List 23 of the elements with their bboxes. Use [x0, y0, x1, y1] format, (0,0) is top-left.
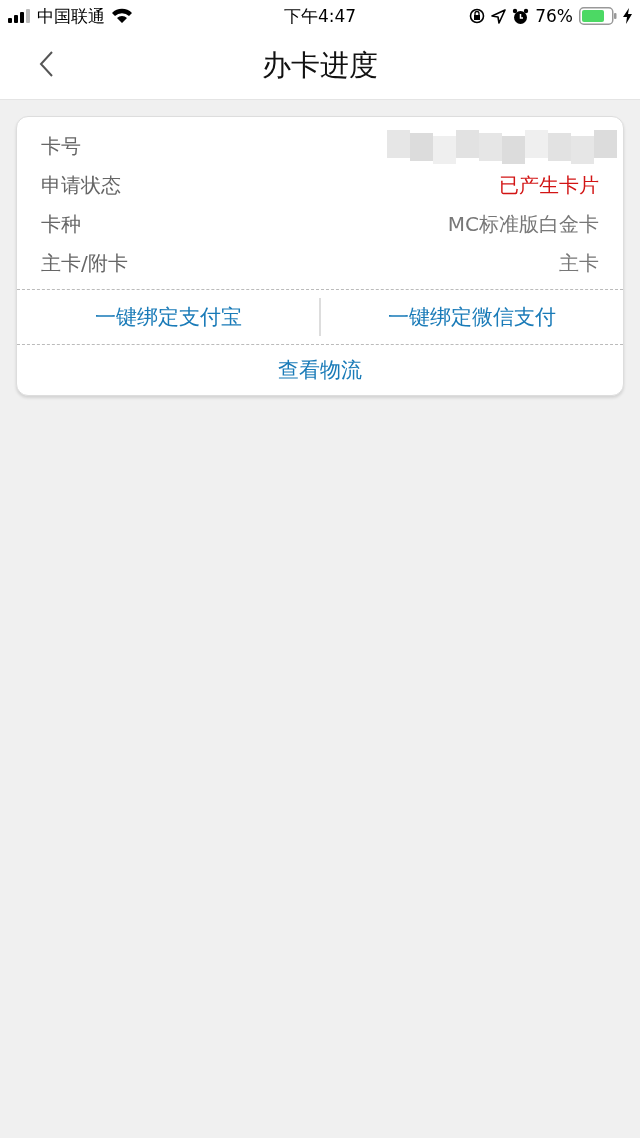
field-label: 卡种 — [41, 211, 81, 238]
back-chevron-icon — [38, 50, 54, 78]
carrier-name: 中国联通 — [37, 4, 105, 28]
field-label: 卡号 — [41, 133, 81, 160]
logistics-link[interactable]: 查看物流 — [272, 350, 368, 390]
field-value: 已产生卡片 — [499, 172, 599, 199]
field-value: 主卡 — [559, 250, 599, 277]
wifi-icon — [111, 8, 133, 24]
battery-icon — [579, 7, 617, 25]
clock-time: 下午4:47 — [283, 4, 357, 28]
rotation-lock-icon — [469, 8, 486, 24]
charging-bolt-icon — [623, 8, 632, 24]
page-title: 办卡进度 — [262, 46, 378, 84]
alarm-clock-icon — [512, 7, 530, 25]
back-button[interactable] — [38, 50, 54, 78]
bind-button[interactable]: 一键绑定支付宝 — [17, 297, 319, 337]
battery-percent: 76% — [535, 6, 573, 26]
bind-button[interactable]: 一键绑定微信支付 — [321, 297, 623, 337]
location-arrow-icon — [491, 8, 507, 24]
field-label: 申请状态 — [41, 172, 121, 199]
field-value: MC标准版白金卡 — [447, 211, 599, 238]
signal-icon — [8, 9, 31, 23]
field-label: 主卡/附卡 — [41, 250, 128, 277]
